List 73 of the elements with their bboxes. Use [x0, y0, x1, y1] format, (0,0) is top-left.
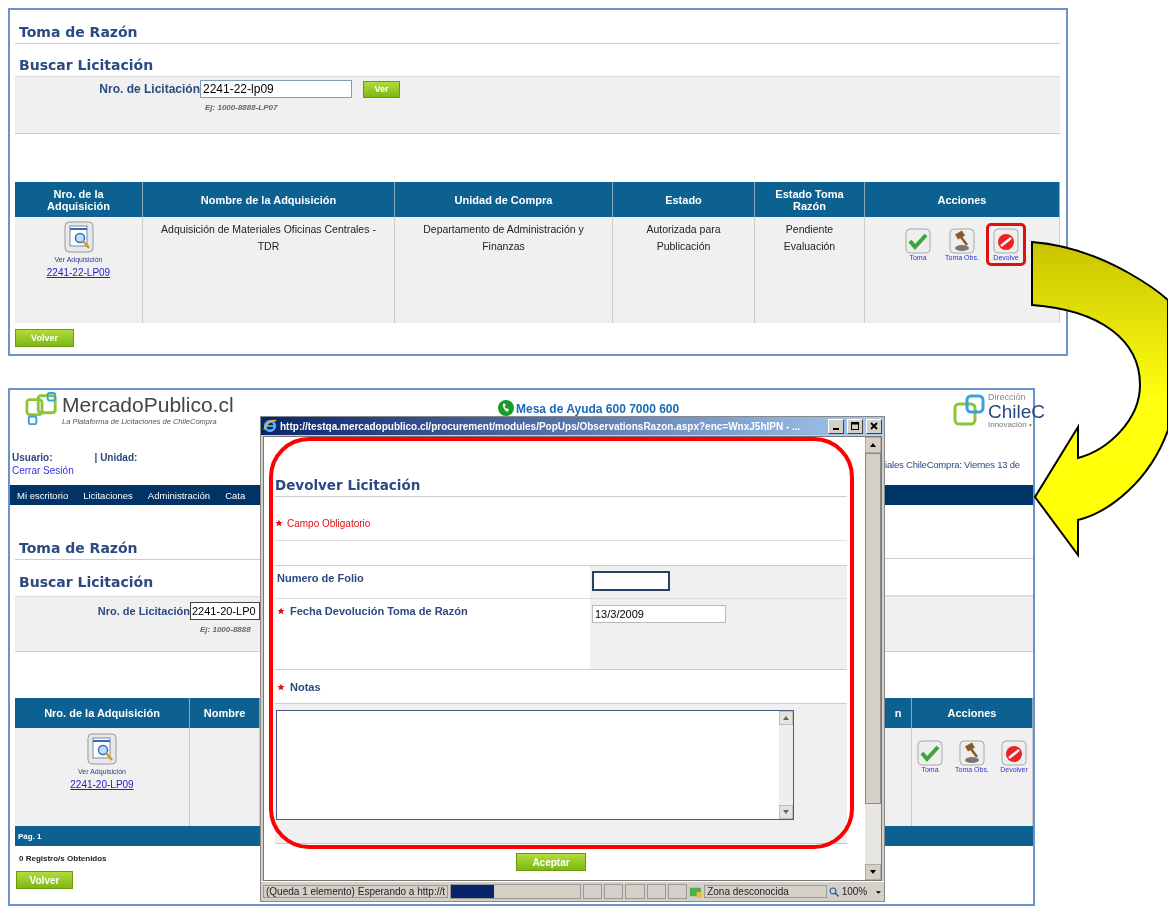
date-field[interactable]: 13/3/2009 [592, 605, 726, 623]
logo-text: Dirección [988, 393, 1027, 402]
phone-icon [498, 400, 514, 416]
date-text: iales ChileCompra: Viernes 13 de [885, 459, 1021, 470]
status-text: (Queda 1 elemento) Esperando a http://t [263, 885, 448, 898]
field-label: Fecha Devolución Toma de Razón [290, 605, 468, 617]
zoom-level[interactable]: 100% [841, 886, 868, 897]
scrollbar[interactable] [865, 437, 881, 880]
field-label: Numero de Folio [277, 572, 364, 584]
column-header: Acciones [912, 698, 1033, 728]
logout-link[interactable]: Cerrar Sesión [12, 465, 260, 476]
column-header: n [885, 698, 912, 728]
nav-item[interactable]: Mi escritorio [17, 489, 69, 501]
nav-item[interactable]: Administración [147, 489, 211, 501]
check-icon[interactable] [905, 228, 931, 254]
gavel-icon[interactable] [949, 228, 975, 254]
input-field[interactable]: 2241-22-lp09 [200, 80, 352, 98]
logo-tagline: Innovación • [988, 421, 1033, 429]
check-icon[interactable] [917, 740, 943, 766]
required-note: Campo Obligatorio [287, 517, 371, 529]
table-cell-text: Departamento de Administración y Finanzas [422, 222, 585, 254]
column-header: Nro. de la Adquisición [15, 698, 190, 728]
no-entry-icon[interactable] [993, 228, 1019, 254]
form-title: Devolver Licitación [275, 477, 847, 497]
browser-icon [263, 419, 277, 433]
nav-item[interactable]: Licitaciones [83, 489, 133, 501]
input-field[interactable]: 2241-20-LP0 [190, 602, 260, 620]
notes-field[interactable] [276, 710, 794, 820]
status-pane [667, 884, 687, 899]
scroll-up-icon[interactable] [865, 437, 881, 453]
document-magnifier-icon[interactable] [63, 221, 94, 253]
status-pane [604, 884, 624, 899]
status-pane [583, 884, 603, 899]
section-title: Buscar Licitación [18, 56, 155, 75]
status-pane [646, 884, 666, 899]
page-title: Toma de Razón [15, 10, 1060, 44]
field-label: Notas [290, 680, 321, 693]
status-pane [625, 884, 645, 899]
logo-icon [24, 392, 60, 426]
records-count: 0 Registro/s Obtenidos [19, 854, 108, 863]
zoom-icon[interactable] [829, 885, 840, 898]
table-cell-text: Autorizada para Publicación [645, 222, 722, 254]
unit-label: | Unidad: [94, 452, 138, 463]
logo-text: MercadoPublico.cl [62, 392, 234, 417]
column-header: Nombre [190, 698, 260, 728]
column-header: Estado Toma Razón [755, 182, 865, 217]
page-number: Pág. 1 [18, 831, 42, 841]
input-field[interactable] [592, 571, 670, 591]
no-entry-icon[interactable] [1001, 740, 1027, 766]
column-header: Acciones [865, 182, 1060, 217]
logo-icon [953, 394, 987, 428]
gavel-icon[interactable] [959, 740, 985, 766]
helpdesk-text: Mesa de Ayuda 600 7000 600 [516, 402, 680, 416]
column-header: Nombre de la Adquisición [143, 182, 395, 217]
number-link[interactable]: 2241-20-LP09 [70, 779, 134, 790]
window-title: http://testqa.mercadopublico.cl/procurement/modules/PopUps/ObservationsRazon.aspx?enc=WnxJ5hIPN - ... [280, 420, 802, 432]
scroll-down-icon[interactable] [865, 864, 881, 880]
table-cell-text: Pendiente Evaluación [782, 222, 837, 254]
column-header: Estado [613, 182, 755, 217]
field-label: Nro. de Licitación [96, 605, 190, 617]
nav-item[interactable]: Cata [225, 489, 246, 501]
section-title: Buscar Licitación [18, 573, 155, 592]
field-hint: Ej: 1000-8888-LP07 [205, 103, 279, 112]
required-star-icon [275, 519, 283, 527]
table-cell-text: Adquisición de Materiales Oficinas Centrales - TDR [160, 222, 377, 254]
number-link[interactable]: 2241-22-LP09 [46, 267, 111, 278]
column-header: Nro. de la Adquisición [15, 182, 143, 217]
field-label: Nro. de Licitación [98, 82, 200, 96]
field-hint: Ej: 1000-8888 [200, 625, 252, 634]
column-header: Unidad de Compra [395, 182, 613, 217]
document-magnifier-icon[interactable] [87, 733, 117, 765]
zone-text: Zona desconocida [704, 885, 828, 898]
user-label: Usuario: [12, 452, 53, 463]
